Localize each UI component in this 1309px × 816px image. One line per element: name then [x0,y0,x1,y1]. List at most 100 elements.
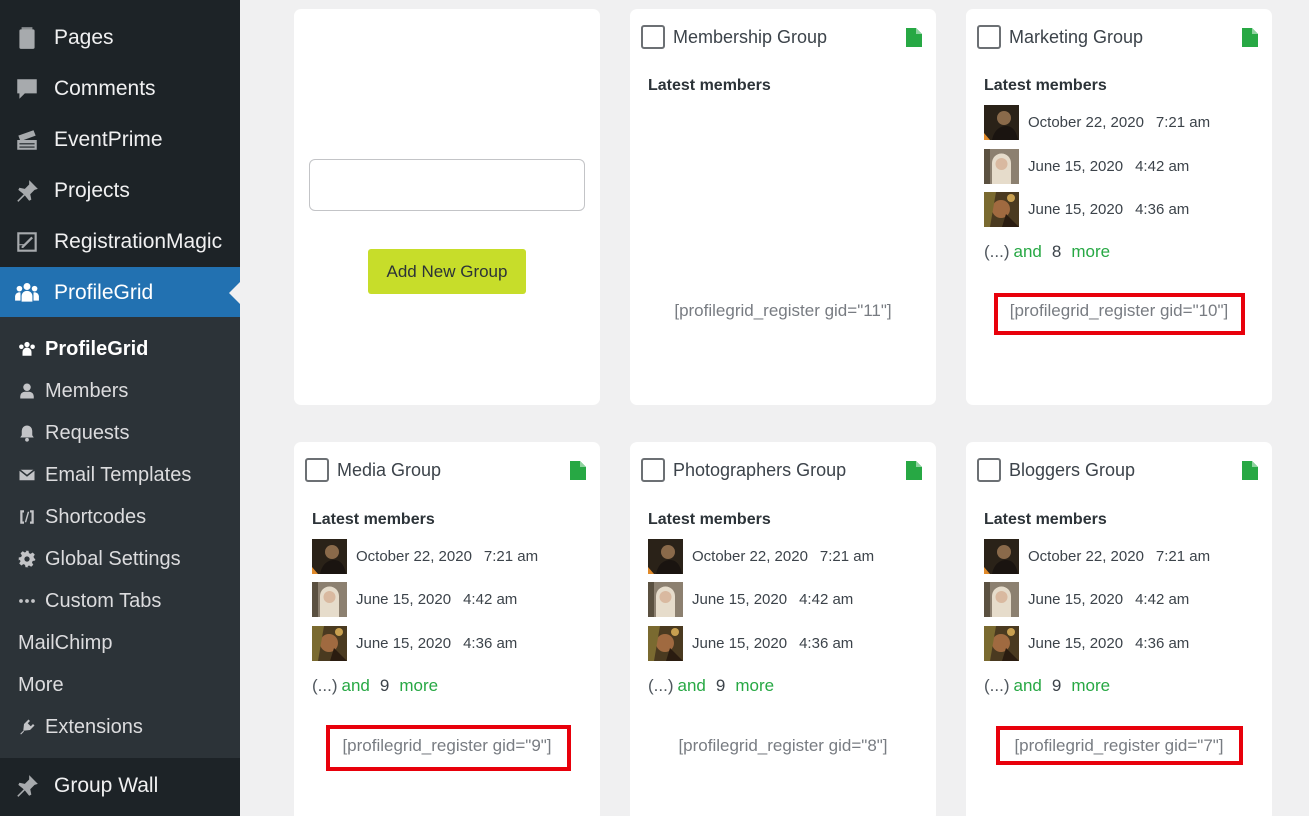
member-join-date: June 15, 2020 [692,634,788,652]
member-row: October 22, 2020 7:21 am [984,104,1210,140]
ellipsis-text: (...) [984,242,1010,261]
document-icon[interactable] [906,27,922,47]
group-title: Bloggers Group [1009,459,1136,480]
comments-icon [0,76,54,102]
submenu-item-custom-tabs[interactable]: Custom Tabs [18,586,161,616]
member-row: June 15, 2020 4:42 am [984,148,1189,184]
latest-members-label: Latest members [312,511,435,528]
latest-members-label: Latest members [984,77,1107,94]
menu-item-pages[interactable]: Pages [0,12,240,63]
group-title: Media Group [337,459,442,480]
member-avatar-3[interactable] [648,625,683,661]
latest-members-label: Latest members [648,511,771,528]
member-row: June 15, 2020 4:36 am [984,625,1189,661]
member-join-time: 4:42 am [799,590,854,608]
menu-item-registrationmagic[interactable]: RegistrationMagic [0,216,240,267]
latest-members-label: Latest members [648,77,771,94]
more-count: 9 [715,676,726,695]
member-avatar-3[interactable] [984,191,1019,227]
and-link[interactable]: and [342,676,370,696]
submenu-item-mailchimp[interactable]: MailChimp [18,628,112,658]
member-join-date: June 15, 2020 [1028,200,1124,218]
gear-icon [18,550,45,568]
submenu-item-global-settings[interactable]: Global Settings [18,544,181,574]
more-link[interactable]: more [1071,242,1110,262]
group-select-checkbox[interactable] [977,458,1001,482]
document-icon[interactable] [906,460,922,480]
submenu-item-requests[interactable]: Requests [18,418,130,448]
more-link[interactable]: more [735,676,774,696]
more-count: 8 [1051,242,1062,261]
document-icon[interactable] [1242,27,1258,47]
registrationmagic-icon [0,229,54,255]
pin-icon [0,773,54,799]
menu-item-group-wall[interactable]: Group Wall [0,760,240,811]
more-members-line: (...) and 8 more [984,242,1110,262]
group-select-checkbox[interactable] [641,458,665,482]
group-title: Marketing Group [1009,26,1144,47]
more-count: 9 [379,676,390,695]
more-link[interactable]: more [1071,676,1110,696]
plug-icon [18,718,45,736]
and-link[interactable]: and [1014,676,1042,696]
and-link[interactable]: and [1014,242,1042,262]
member-avatar-2[interactable] [984,148,1019,184]
group-title: Photographers Group [673,459,847,480]
more-members-line: (...) and 9 more [312,676,438,696]
member-avatar-3[interactable] [984,625,1019,661]
submenu-item-profilegrid[interactable]: ProfileGrid [18,334,148,364]
submenu-item-shortcodes[interactable]: Shortcodes [18,502,146,532]
member-join-date: June 15, 2020 [1028,590,1124,608]
add-group-card: Add New Group [294,9,600,405]
member-row: October 22, 2020 7:21 am [984,538,1210,574]
menu-item-projects[interactable]: Projects [0,165,240,216]
member-avatar-2[interactable] [984,581,1019,617]
submenu-label: Email Templates [45,463,192,486]
latest-members-label: Latest members [984,511,1107,528]
add-new-group-button[interactable]: Add New Group [368,249,526,294]
and-link[interactable]: and [678,676,706,696]
group-name-input[interactable] [309,159,585,211]
group-select-checkbox[interactable] [305,458,329,482]
member-join-time: 4:36 am [463,634,518,652]
member-join-time: 4:36 am [799,634,854,652]
member-avatar-1[interactable] [984,104,1019,140]
member-avatar-1[interactable] [984,538,1019,574]
member-avatar-2[interactable] [648,581,683,617]
submenu-item-extensions[interactable]: Extensions [18,712,143,742]
shortcode-icon [18,508,45,526]
menu-item-label: Comments [54,76,156,100]
submenu-label: Shortcodes [45,505,147,528]
menu-item-profilegrid[interactable]: ProfileGrid [0,267,240,318]
member-row: June 15, 2020 4:36 am [984,191,1189,227]
submenu-label: Members [45,379,129,402]
member-join-time: 4:36 am [1135,634,1190,652]
more-link[interactable]: more [399,676,438,696]
submenu-item-email-templates[interactable]: Email Templates [18,460,191,490]
member-avatar-3[interactable] [312,625,347,661]
member-avatar-1[interactable] [648,538,683,574]
menu-item-comments[interactable]: Comments [0,63,240,114]
member-join-date: October 22, 2020 [1028,113,1144,131]
profilegrid-icon [0,280,54,306]
member-row: October 22, 2020 7:21 am [648,538,874,574]
member-join-time: 7:21 am [1155,113,1211,131]
member-join-date: October 22, 2020 [692,547,808,565]
more-count: 9 [1051,676,1062,695]
submenu-item-more[interactable]: More [18,670,64,700]
group-select-checkbox[interactable] [977,25,1001,49]
group-shortcode: [profilegrid_register gid="11"] [674,301,892,320]
shortcode-highlight-box [326,725,571,771]
document-icon[interactable] [570,460,586,480]
member-avatar-1[interactable] [312,538,347,574]
menu-item-eventprime[interactable]: EventPrime [0,114,240,165]
submenu-label: Global Settings [45,547,181,570]
document-icon[interactable] [1242,460,1258,480]
card-header: Marketing Group [977,24,1258,50]
card-header: Photographers Group [641,457,922,483]
group-select-checkbox[interactable] [641,25,665,49]
submenu-item-members[interactable]: Members [18,376,128,406]
member-avatar-2[interactable] [312,581,347,617]
member-row: June 15, 2020 4:36 am [312,625,517,661]
more-members-line: (...) and 9 more [648,676,774,696]
